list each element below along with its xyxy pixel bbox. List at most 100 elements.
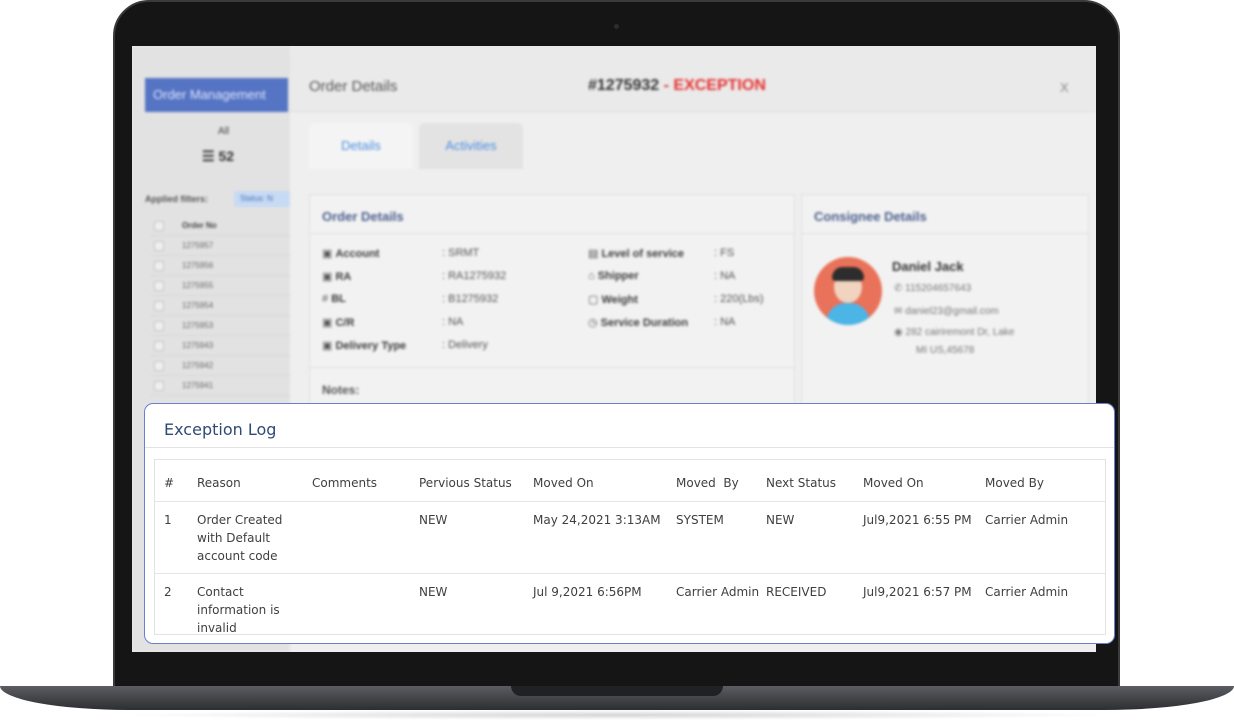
order-number: 1275941 [182, 381, 214, 390]
panel-header: Order Details #1275932 - EXCEPTION X [290, 46, 1096, 112]
consignee-address: ◉ 282 cairiremont Dr, Lake [894, 327, 1015, 338]
hash-icon: # [322, 293, 332, 305]
list-item[interactable]: 1275942 [150, 356, 290, 376]
column-header-next-status: Next Status [766, 460, 863, 502]
weight-icon: ▢ [588, 294, 602, 306]
row-checkbox[interactable] [154, 360, 164, 371]
order-number: 1275954 [182, 301, 214, 310]
exception-log-title: Exception Log [164, 420, 277, 439]
bezel [132, 652, 1096, 660]
cell-reason: Order Created with Default account code [197, 501, 312, 574]
order-details-card-title: Order Details [322, 209, 404, 224]
list-item[interactable]: 1275953 [150, 316, 290, 336]
cell-previous-status: NEW [419, 501, 533, 574]
field-ra-value: : RA1275932 [442, 270, 507, 282]
list-item[interactable]: 1275943 [150, 336, 290, 356]
consignee-name: Daniel Jack [892, 259, 964, 274]
column-header-next-moved-on: Moved On [863, 460, 985, 502]
cell-next-moved-by: Carrier Admin [985, 584, 1069, 599]
close-button[interactable]: X [1060, 80, 1069, 95]
cell-previous-status: NEW [419, 584, 448, 599]
tab-activities[interactable]: Activities [419, 123, 523, 169]
panel-tabs: Details Activities [309, 123, 523, 169]
exception-log-card: Exception Log # Reason Comments Pervious… [144, 403, 1115, 644]
consignee-card-title: Consignee Details [814, 209, 927, 224]
list-item[interactable]: 1275954 [150, 296, 290, 316]
divider [145, 447, 1114, 448]
calendar-icon: ▣ [322, 248, 336, 260]
field-bl-value: : B1275932 [442, 293, 499, 305]
cell-moved-by: Carrier Admin [676, 584, 760, 599]
select-all-checkbox[interactable] [154, 220, 164, 231]
location-icon: ◉ [894, 327, 906, 338]
order-count-value: 52 [218, 148, 235, 164]
field-shipper-value: : NA [714, 270, 736, 282]
field-service-duration: ◷ Service Duration [588, 317, 689, 329]
field-delivery-type: ▣ Delivery Type [322, 340, 407, 352]
calendar-icon: ▣ [322, 271, 336, 283]
list-item[interactable]: 1275941 [150, 376, 290, 396]
field-ra: ▣ RA [322, 271, 352, 283]
divider [310, 367, 794, 368]
field-bl: # BL [322, 293, 346, 305]
calendar-icon: ▣ [322, 317, 336, 329]
field-account: ▣ Account [322, 248, 380, 260]
cell-next-moved-by: Carrier Admin [985, 501, 1105, 574]
exception-log-table: # Reason Comments Pervious Status Moved … [155, 460, 1105, 637]
field-delivery-type-value: : Delivery [442, 339, 488, 351]
list-item[interactable]: 1275956 [150, 256, 290, 276]
cell-next-status: NEW [766, 501, 863, 574]
column-header-moved-on: Moved On [533, 460, 676, 502]
exception-log-table-wrapper: # Reason Comments Pervious Status Moved … [154, 459, 1106, 635]
panel-title: Order Details [309, 78, 398, 95]
field-weight: ▢ Weight [588, 294, 638, 306]
row-checkbox[interactable] [154, 300, 164, 311]
list-icon: ☰ [202, 148, 219, 164]
table-row: 1 Order Created with Default account cod… [155, 501, 1105, 574]
row-checkbox[interactable] [154, 340, 164, 351]
column-header-moved-by: Moved By [676, 460, 766, 502]
order-number: 1275955 [182, 281, 214, 290]
consignee-address-line2: MI US,45678 [916, 345, 975, 356]
filter-chip[interactable]: Status: N [234, 191, 290, 207]
field-cr-value: : NA [442, 316, 464, 328]
field-level-of-service: ▤ Level of service [588, 248, 685, 260]
cell-moved-on: Jul 9,2021 6:56PM [533, 584, 642, 599]
list-item[interactable]: 1275955 [150, 276, 290, 296]
cell-reason: Contact information is invalid [197, 584, 280, 635]
field-service-duration-value: : NA [714, 316, 736, 328]
column-header-index: # [155, 460, 197, 502]
all-label[interactable]: All [218, 126, 229, 137]
row-checkbox[interactable] [154, 280, 164, 291]
order-list-header: Order No [150, 216, 290, 236]
avatar [814, 257, 882, 325]
list-item[interactable]: 1275957 [150, 236, 290, 256]
divider [802, 233, 1088, 234]
cell-moved-on: May 24,2021 3:13AM [533, 501, 676, 574]
sidebar-header[interactable]: Order Management [145, 78, 288, 112]
field-shipper: ⌂ Shipper [588, 270, 639, 282]
field-cr: ▣ C/R [322, 317, 355, 329]
order-heading: #1275932 - EXCEPTION [588, 77, 766, 95]
row-checkbox[interactable] [154, 320, 164, 331]
cell-next-status: RECEIVED [766, 584, 827, 599]
home-icon: ⌂ [588, 270, 598, 282]
tab-details[interactable]: Details [309, 123, 413, 169]
row-checkbox[interactable] [154, 240, 164, 251]
order-number: 1275942 [182, 361, 214, 370]
order-number-heading: #1275932 [588, 77, 660, 94]
column-header-reason: Reason [197, 460, 312, 502]
column-header-previous-status: Pervious Status [419, 460, 533, 502]
mail-icon: ✉ [894, 306, 906, 317]
row-checkbox[interactable] [154, 260, 164, 271]
order-number: 1275953 [182, 321, 214, 330]
phone-icon: ✆ [894, 283, 906, 294]
cell-next-moved-on: Jul9,2021 6:57 PM [863, 584, 972, 599]
cell-index: 1 [155, 501, 197, 574]
cell-moved-by: SYSTEM [676, 501, 766, 574]
cell-next-moved-on: Jul9,2021 6:55 PM [863, 501, 985, 574]
notes-label: Notes: [322, 383, 360, 397]
order-count[interactable]: ☰ 52 [202, 148, 234, 165]
laptop-shadow [110, 710, 1124, 720]
row-checkbox[interactable] [154, 380, 164, 391]
